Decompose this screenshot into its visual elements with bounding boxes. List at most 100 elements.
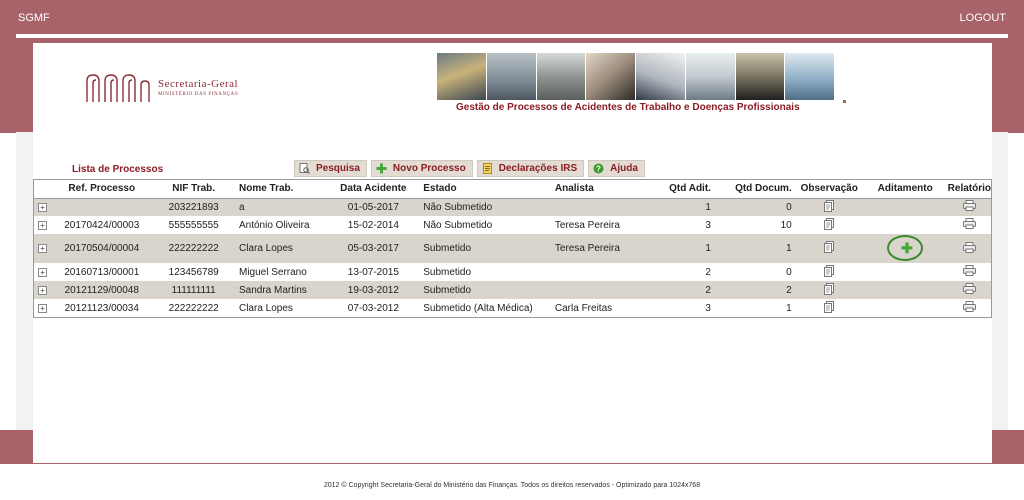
logout-link[interactable]: LOGOUT [960,12,1006,24]
cell-data: 05-03-2017 [327,234,420,263]
cell-nif: 222222222 [152,234,235,263]
observation-doc-icon[interactable] [823,300,835,316]
tab-pesquisa-label: Pesquisa [316,163,360,174]
cell-nif: 555555555 [152,216,235,234]
print-icon[interactable] [962,241,976,256]
green-plus-icon: ✚ [901,240,913,256]
print-icon[interactable] [962,283,976,297]
relatorio-cell [947,281,991,299]
print-icon[interactable] [962,218,976,232]
svg-text:?: ? [596,164,601,173]
cell-nome: Clara Lopes [234,234,328,263]
tab-pesquisa[interactable]: Pesquisa [294,160,367,177]
banner-photo [536,53,587,100]
expand-cell: + [34,281,52,299]
expand-row-icon[interactable]: + [38,267,48,277]
expand-cell: + [34,234,52,263]
expand-row-icon[interactable]: + [38,202,48,212]
processes-table: Ref. Processo NIF Trab. Nome Trab. Data … [33,179,992,318]
cell-nome: Miguel Serrano [234,263,328,281]
aditamento-cell: ✚ [862,234,948,263]
brand-label[interactable]: SGMF [18,12,50,24]
expand-row-icon[interactable]: + [38,244,48,253]
banner-photo [486,53,537,100]
observation-doc-icon[interactable] [823,241,835,256]
cell-ref: 20160713/00001 [51,263,153,281]
tab-declaracoes-irs[interactable]: Declarações IRS [476,160,585,177]
observacao-cell [795,234,863,263]
banner-title: Gestão de Processos de Acidentes de Trab… [456,102,800,113]
cell-qtd-adit: 3 [640,216,715,234]
observation-doc-icon[interactable] [823,264,835,280]
observation-doc-icon[interactable] [823,282,835,298]
cell-ref: 20121123/00034 [51,299,153,317]
cell-ref: 20121129/00048 [51,281,153,299]
table-row[interactable]: +20160713/00001 123456789 Miguel Serrano 13… [34,263,991,281]
cell-nif: 203221893 [152,198,235,216]
column-header-analista[interactable]: Analista [550,180,641,199]
print-icon[interactable] [962,301,976,315]
observation-doc-icon[interactable] [823,199,835,215]
banner-photo [586,53,636,100]
column-header-qtd-docum[interactable]: Qtd Docum. [714,180,796,199]
expand-cell: + [34,299,52,317]
cell-data: 07-03-2012 [327,299,420,317]
cell-ref: 20170504/00004 [51,234,153,263]
column-header-qtd-adit[interactable]: Qtd Adit. [640,180,715,199]
table-row[interactable]: +20170504/00004 222222222 Clara Lopes 05-03… [34,234,991,263]
column-header-ref[interactable]: Ref. Processo [51,180,153,199]
relatorio-cell [947,216,991,234]
cell-qtd-adit: 1 [640,198,715,216]
aditamento-cell [862,281,948,299]
add-aditamento-button[interactable]: ✚ [887,235,924,261]
table-header-row: Ref. Processo NIF Trab. Nome Trab. Data … [34,180,991,199]
expand-cell: + [34,263,52,281]
cell-qtd-docum: 0 [714,263,796,281]
cell-qtd-adit: 2 [640,263,715,281]
cell-estado: Submetido [419,281,551,299]
column-header-nome[interactable]: Nome Trab. [234,180,328,199]
banner-photo [735,53,786,100]
column-header-data[interactable]: Data Acidente [327,180,420,199]
column-header-estado[interactable]: Estado [419,180,551,199]
logo-subtitle: MINISTÉRIO DAS FINANÇAS [158,92,239,97]
banner-photo [437,53,487,100]
observacao-cell [795,263,863,281]
column-header-nif[interactable]: NIF Trab. [152,180,235,199]
cell-qtd-docum: 1 [714,234,796,263]
print-icon[interactable] [962,265,976,279]
observacao-cell [795,299,863,317]
top-divider [16,34,1008,38]
cell-analista [550,263,641,281]
tab-ajuda-label: Ajuda [610,163,638,174]
print-icon[interactable] [962,200,976,214]
cell-analista: Teresa Pereira [550,216,641,234]
cell-ref [51,198,153,216]
table-row[interactable]: +20121123/00034 222222222 Clara Lopes 07-03… [34,299,991,317]
green-plus-icon [376,163,387,174]
footer-copyright: 2012 © Copyright Secretaria-Geral do Min… [323,482,701,489]
cell-data: 01-05-2017 [327,198,420,216]
cell-data: 15-02-2014 [327,216,420,234]
banner-photo [636,53,686,100]
observacao-cell [795,198,863,216]
column-header-relatorio: Relatório [947,180,991,199]
table-row[interactable]: +203221893 a 01-05-2017 Não Submetido 1 0 [34,198,991,216]
table-row[interactable]: +20170424/00003 555555555 António Oliveira… [34,216,991,234]
table-row[interactable]: +20121129/00048 111111111 Sandra Martins 19… [34,281,991,299]
tab-ajuda[interactable]: ? Ajuda [588,160,645,177]
expand-row-icon[interactable]: + [38,220,48,230]
cell-analista [550,198,641,216]
cell-estado: Submetido [419,263,551,281]
expand-row-icon[interactable]: + [38,303,48,313]
document-icon [482,163,493,174]
cell-nome: a [234,198,328,216]
cell-nif: 111111111 [152,281,235,299]
cell-qtd-adit: 3 [640,299,715,317]
aditamento-cell [862,263,948,281]
aditamento-cell [862,198,948,216]
observation-doc-icon[interactable] [823,217,835,233]
column-header-aditamento: Aditamento [862,180,948,199]
expand-row-icon[interactable]: + [38,285,48,295]
tab-novo-processo[interactable]: Novo Processo [370,160,473,177]
